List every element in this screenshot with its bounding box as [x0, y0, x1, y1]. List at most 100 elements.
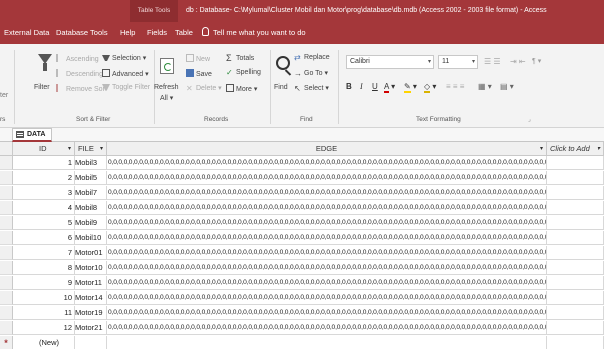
row-selector[interactable]	[0, 246, 13, 260]
font-size-select[interactable]: 11 ▾	[438, 55, 478, 69]
click-to-add-cell[interactable]	[547, 291, 604, 305]
column-header-file[interactable]: FILE ▾	[75, 142, 107, 156]
toggle-filter-button[interactable]: Toggle Filter	[102, 84, 150, 91]
new-record-edge-cell[interactable]	[107, 336, 547, 349]
table-row[interactable]: 8 Motor10 0,0,0,0,0,0,0,0,0,0,0,0,0,0,0,0,…	[13, 261, 604, 275]
align-buttons[interactable]: ≡ ≡ ≡	[446, 82, 464, 91]
row-selector[interactable]	[0, 261, 13, 275]
row-selector[interactable]	[0, 186, 13, 200]
totals-button[interactable]: Σ Totals	[226, 54, 254, 63]
row-selector[interactable]	[0, 306, 13, 320]
delete-button[interactable]: ✕ Delete ▾	[186, 84, 222, 93]
click-to-add-cell[interactable]	[547, 306, 604, 320]
table-row[interactable]: 2 Mobil5 0,0,0,0,0,0,0,0,0,0,0,0,0,0,0,0,0…	[13, 171, 604, 185]
list-buttons[interactable]: ☰ ☰	[484, 57, 501, 66]
tab-help[interactable]: Help	[120, 22, 135, 44]
column-header-id[interactable]: ID ▾	[13, 142, 75, 156]
click-to-add-cell[interactable]	[547, 156, 604, 170]
alternate-row-color-button[interactable]: ▤ ▾	[500, 82, 514, 91]
new-record-row[interactable]: (New)	[13, 336, 604, 349]
select-button[interactable]: ↖ Select ▾	[294, 84, 329, 93]
edge-cell[interactable]: 0,0,0,0,0,0,0,0,0,0,0,0,0,0,0,0,0,0,0,0,…	[107, 156, 547, 170]
id-cell[interactable]: 11	[13, 306, 75, 320]
refresh-all-button[interactable]: Refresh	[154, 84, 179, 91]
column-header-edge[interactable]: EDGE ▾	[107, 142, 547, 156]
font-name-select[interactable]: Calibri ▾	[346, 55, 434, 69]
edge-cell[interactable]: 0,0,0,0,0,0,0,0,0,0,0,0,0,0,0,0,0,0,0,0,…	[107, 171, 547, 185]
new-record-id-cell[interactable]: (New)	[13, 336, 75, 349]
new-record-button[interactable]: New	[186, 54, 210, 63]
edge-cell[interactable]: 0,0,0,0,0,0,0,0,0,0,0,0,0,0,0,0,0,0,0,0,…	[107, 321, 547, 335]
click-to-add-cell[interactable]	[547, 186, 604, 200]
row-selector[interactable]	[0, 321, 13, 335]
click-to-add-cell[interactable]	[547, 171, 604, 185]
dialog-launcher-icon[interactable]: ⌟	[528, 116, 531, 123]
bold-button[interactable]: B	[346, 82, 352, 91]
object-tab-data[interactable]: DATA	[12, 128, 52, 142]
edge-cell[interactable]: 0,0,0,0,0,0,0,0,0,0,0,0,0,0,0,0,0,0,0,0,…	[107, 276, 547, 290]
id-cell[interactable]: 7	[13, 246, 75, 260]
row-selector[interactable]	[0, 156, 13, 170]
tab-external-data[interactable]: External Data	[4, 22, 49, 44]
click-to-add-cell[interactable]	[547, 231, 604, 245]
chevron-down-icon[interactable]: ▾	[597, 142, 600, 155]
new-record-add-cell[interactable]	[547, 336, 604, 349]
edge-cell[interactable]: 0,0,0,0,0,0,0,0,0,0,0,0,0,0,0,0,0,0,0,0,…	[107, 246, 547, 260]
id-cell[interactable]: 3	[13, 186, 75, 200]
edge-cell[interactable]: 0,0,0,0,0,0,0,0,0,0,0,0,0,0,0,0,0,0,0,0,…	[107, 291, 547, 305]
table-row[interactable]: 11 Motor19 0,0,0,0,0,0,0,0,0,0,0,0,0,0,0,0…	[13, 306, 604, 320]
remove-sort-button[interactable]: Remove Sort	[56, 84, 107, 93]
gridlines-button[interactable]: ▦ ▾	[478, 82, 492, 91]
table-row[interactable]: 6 Mobil10 0,0,0,0,0,0,0,0,0,0,0,0,0,0,0,0,…	[13, 231, 604, 245]
file-cell[interactable]: Mobil8	[75, 201, 107, 215]
ascending-button[interactable]: Ascending	[56, 54, 99, 63]
row-selector[interactable]	[0, 216, 13, 230]
file-cell[interactable]: Mobil7	[75, 186, 107, 200]
id-cell[interactable]: 5	[13, 216, 75, 230]
highlight-color-button[interactable]: ✎ ▾	[404, 82, 417, 93]
new-record-file-cell[interactable]	[75, 336, 107, 349]
row-selector[interactable]	[0, 276, 13, 290]
edge-cell[interactable]: 0,0,0,0,0,0,0,0,0,0,0,0,0,0,0,0,0,0,0,0,…	[107, 261, 547, 275]
file-cell[interactable]: Motor19	[75, 306, 107, 320]
edge-cell[interactable]: 0,0,0,0,0,0,0,0,0,0,0,0,0,0,0,0,0,0,0,0,…	[107, 306, 547, 320]
tab-database-tools[interactable]: Database Tools	[56, 22, 108, 44]
descending-button[interactable]: Descending	[56, 69, 103, 78]
file-cell[interactable]: Mobil5	[75, 171, 107, 185]
edge-cell[interactable]: 0,0,0,0,0,0,0,0,0,0,0,0,0,0,0,0,0,0,0,0,…	[107, 231, 547, 245]
row-selector[interactable]	[0, 201, 13, 215]
tell-me-box[interactable]: Tell me what you want to do	[202, 22, 306, 44]
file-cell[interactable]: Motor10	[75, 261, 107, 275]
selection-button[interactable]: Selection ▾	[102, 54, 146, 62]
file-cell[interactable]: Motor14	[75, 291, 107, 305]
id-cell[interactable]: 1	[13, 156, 75, 170]
tab-table[interactable]: Table	[175, 22, 193, 44]
advanced-button[interactable]: Advanced ▾	[102, 69, 149, 78]
click-to-add-cell[interactable]	[547, 276, 604, 290]
table-row[interactable]: 9 Motor11 0,0,0,0,0,0,0,0,0,0,0,0,0,0,0,0,…	[13, 276, 604, 290]
file-cell[interactable]: Motor01	[75, 246, 107, 260]
more-button[interactable]: More ▾	[226, 84, 257, 93]
select-all-corner[interactable]	[0, 142, 13, 156]
click-to-add-cell[interactable]	[547, 216, 604, 230]
id-cell[interactable]: 6	[13, 231, 75, 245]
indent-buttons[interactable]: ⇥ ⇤	[510, 57, 526, 66]
id-cell[interactable]: 10	[13, 291, 75, 305]
table-row[interactable]: 10 Motor14 0,0,0,0,0,0,0,0,0,0,0,0,0,0,0,0…	[13, 291, 604, 305]
file-cell[interactable]: Motor21	[75, 321, 107, 335]
table-row[interactable]: 1 Mobil3 0,0,0,0,0,0,0,0,0,0,0,0,0,0,0,0,0…	[13, 156, 604, 170]
find-button[interactable]: Find	[274, 84, 288, 91]
table-row[interactable]: 12 Motor21 0,0,0,0,0,0,0,0,0,0,0,0,0,0,0,0…	[13, 321, 604, 335]
table-row[interactable]: 5 Mobil9 0,0,0,0,0,0,0,0,0,0,0,0,0,0,0,0,0…	[13, 216, 604, 230]
row-selector[interactable]	[0, 231, 13, 245]
id-cell[interactable]: 2	[13, 171, 75, 185]
go-to-button[interactable]: → Go To ▾	[294, 69, 328, 78]
filter-button[interactable]: Filter	[34, 84, 50, 91]
id-cell[interactable]: 4	[13, 201, 75, 215]
edge-cell[interactable]: 0,0,0,0,0,0,0,0,0,0,0,0,0,0,0,0,0,0,0,0,…	[107, 201, 547, 215]
id-cell[interactable]: 8	[13, 261, 75, 275]
tab-fields[interactable]: Fields	[147, 22, 167, 44]
file-cell[interactable]: Mobil10	[75, 231, 107, 245]
id-cell[interactable]: 9	[13, 276, 75, 290]
edge-cell[interactable]: 0,0,0,0,0,0,0,0,0,0,0,0,0,0,0,0,0,0,0,0,…	[107, 216, 547, 230]
